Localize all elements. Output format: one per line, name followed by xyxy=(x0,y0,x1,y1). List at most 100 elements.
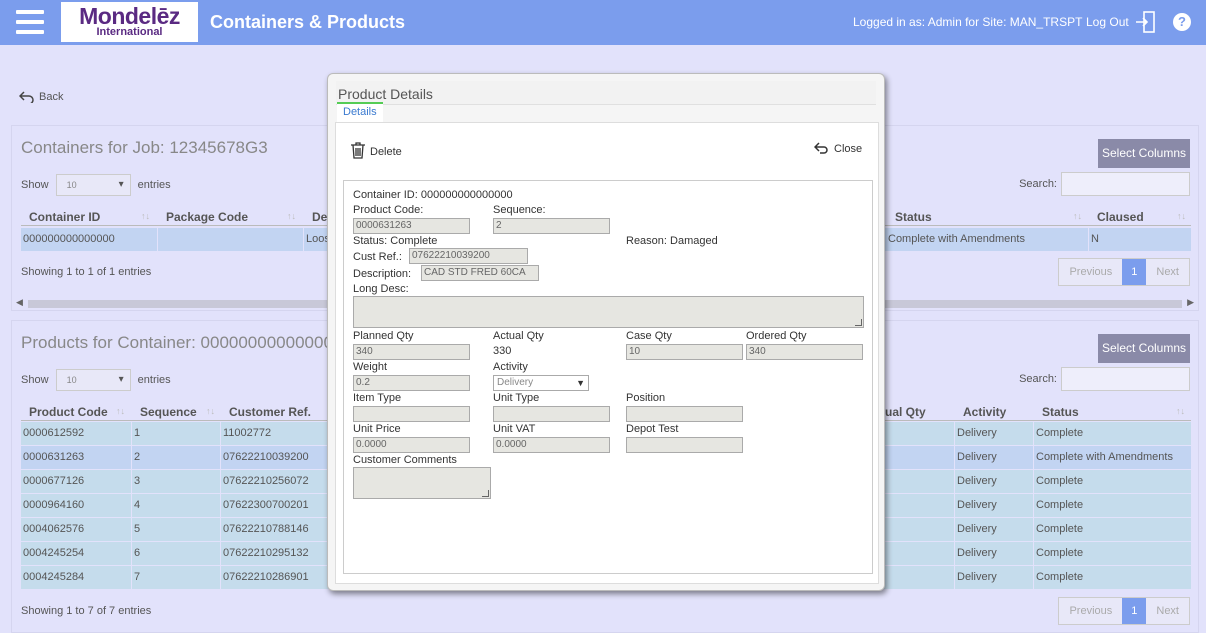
sort-icon[interactable]: ↑↓ xyxy=(206,406,215,416)
entries-label: entries xyxy=(137,178,171,191)
close-button[interactable]: Close xyxy=(813,142,862,155)
reason-text: Reason: Damaged xyxy=(626,235,718,247)
back-button[interactable]: Back xyxy=(18,91,64,105)
sequence-field[interactable]: 2 xyxy=(493,218,610,234)
logout-link[interactable]: Log Out xyxy=(1086,15,1129,29)
logout-icon[interactable] xyxy=(1134,10,1158,34)
col-header-package-code[interactable]: Package Code xyxy=(166,210,248,224)
long-desc-label: Long Desc: xyxy=(353,283,409,295)
product-code-field[interactable]: 0000631263 xyxy=(353,218,470,234)
activity-select[interactable]: Delivery ▼ xyxy=(493,375,589,391)
weight-field[interactable]: 0.2 xyxy=(353,375,470,391)
logged-in-status: Logged in as: Admin for Site: MAN_TRSPT xyxy=(853,15,1083,29)
cell-container-id: 000000000000000 xyxy=(23,233,115,245)
item-type-field[interactable] xyxy=(353,406,470,422)
cell-status: Complete with Amendments xyxy=(1033,446,1173,469)
description-field[interactable]: CAD STD FRED 60CA xyxy=(421,265,539,281)
tab-details[interactable]: Details xyxy=(337,102,383,122)
cell-package-code xyxy=(157,228,160,251)
customer-comments-label: Customer Comments xyxy=(353,454,457,466)
unit-type-field[interactable] xyxy=(493,406,610,422)
ordered-qty-label: Ordered Qty xyxy=(746,330,807,342)
cell-customer-ref: 07622300700201 xyxy=(220,494,309,517)
next-page-button[interactable]: Next xyxy=(1146,259,1189,285)
dialog-tabs: Details xyxy=(334,100,878,122)
select-columns-button[interactable]: Select Columns xyxy=(1098,334,1190,363)
search-label: Search: xyxy=(1019,372,1057,385)
products-title: Products for Container: 000000000000000 xyxy=(21,333,343,352)
unit-price-label: Unit Price xyxy=(353,423,401,435)
planned-qty-field[interactable]: 340 xyxy=(353,344,470,360)
cell-status: Complete xyxy=(1033,542,1083,565)
col-header-container-id[interactable]: Container ID xyxy=(29,210,100,224)
cell-sequence: 1 xyxy=(131,422,140,445)
scroll-left-icon[interactable]: ◀ xyxy=(16,297,23,308)
product-form: Container ID: 000000000000000 Product Co… xyxy=(343,180,873,574)
app-header: Mondelēz International Containers & Prod… xyxy=(0,0,1206,45)
page-1-button[interactable]: 1 xyxy=(1122,598,1147,624)
status-text: Status: Complete xyxy=(353,235,438,247)
cell-product-code: 0004245284 xyxy=(23,571,85,583)
unit-price-field[interactable]: 0.0000 xyxy=(353,437,470,453)
case-qty-field[interactable]: 10 xyxy=(626,344,743,360)
col-header-activity[interactable]: Activity xyxy=(963,405,1006,419)
col-header-description[interactable]: De xyxy=(312,210,327,224)
description-label: Description: xyxy=(353,268,412,280)
ordered-qty-field[interactable]: 340 xyxy=(746,344,863,360)
scroll-right-icon[interactable]: ▶ xyxy=(1187,297,1194,308)
cell-customer-ref: 07622210286901 xyxy=(220,566,309,589)
col-header-product-code[interactable]: Product Code xyxy=(29,405,108,419)
activity-label: Activity xyxy=(493,361,528,373)
delete-button[interactable]: Delete xyxy=(350,142,402,159)
page-1-button[interactable]: 1 xyxy=(1122,259,1147,285)
help-icon[interactable]: ? xyxy=(1173,13,1191,31)
depot-test-field[interactable] xyxy=(626,437,743,453)
previous-page-button[interactable]: Previous xyxy=(1059,259,1122,285)
col-header-customer-ref[interactable]: Customer Ref. xyxy=(229,405,311,419)
back-label: Back xyxy=(39,91,64,103)
cell-sequence: 7 xyxy=(131,566,140,589)
cell-product-code: 0004245254 xyxy=(23,547,85,559)
sort-icon[interactable]: ↑↓ xyxy=(116,406,125,416)
sort-icon[interactable]: ↑↓ xyxy=(287,211,296,221)
col-header-status[interactable]: Status xyxy=(1042,405,1079,419)
page-length-select[interactable]: 10 xyxy=(55,369,131,391)
select-columns-button[interactable]: Select Columns xyxy=(1098,139,1190,168)
next-page-button[interactable]: Next xyxy=(1146,598,1189,624)
search-input[interactable] xyxy=(1061,367,1190,391)
col-header-actual-qty[interactable]: ual Qty xyxy=(885,405,926,419)
cell-customer-ref: 07622210788146 xyxy=(220,518,309,541)
page-length-select[interactable]: 10 xyxy=(55,174,131,196)
case-qty-label: Case Qty xyxy=(626,330,672,342)
unit-vat-label: Unit VAT xyxy=(493,423,536,435)
cell-activity: Delivery xyxy=(954,470,997,493)
back-arrow-icon xyxy=(18,91,34,105)
products-info: Showing 1 to 7 of 7 entries xyxy=(21,605,152,617)
cell-product-code: 0000964160 xyxy=(23,499,85,511)
cell-customer-ref: 07622210039200 xyxy=(220,446,309,469)
logo-text: Mondelēz xyxy=(79,3,180,29)
cell-product-code: 0000677126 xyxy=(23,475,85,487)
sort-icon[interactable]: ↑↓ xyxy=(141,211,150,221)
products-search: Search: xyxy=(1019,367,1190,391)
cust-ref-field[interactable]: 07622210039200 xyxy=(409,248,528,264)
unit-vat-field[interactable]: 0.0000 xyxy=(493,437,610,453)
sort-icon[interactable]: ↑↓ xyxy=(1177,211,1186,221)
customer-comments-textarea[interactable] xyxy=(353,467,491,499)
weight-label: Weight xyxy=(353,361,388,373)
hamburger-menu-icon[interactable] xyxy=(16,10,44,34)
long-desc-textarea[interactable] xyxy=(353,296,864,328)
cell-sequence: 3 xyxy=(131,470,140,493)
search-input[interactable] xyxy=(1061,172,1190,196)
product-code-label: Product Code: xyxy=(353,204,424,216)
products-pagination: Previous 1 Next xyxy=(1058,597,1190,625)
container-id-text: Container ID: 000000000000000 xyxy=(353,189,513,201)
sort-icon[interactable]: ↑↓ xyxy=(1176,406,1185,416)
col-header-sequence[interactable]: Sequence xyxy=(140,405,197,419)
close-arrow-icon xyxy=(813,142,828,154)
col-header-claused[interactable]: Claused xyxy=(1097,210,1144,224)
sort-icon[interactable]: ↑↓ xyxy=(1073,211,1082,221)
col-header-status[interactable]: Status xyxy=(895,210,932,224)
position-field[interactable] xyxy=(626,406,743,422)
previous-page-button[interactable]: Previous xyxy=(1059,598,1122,624)
